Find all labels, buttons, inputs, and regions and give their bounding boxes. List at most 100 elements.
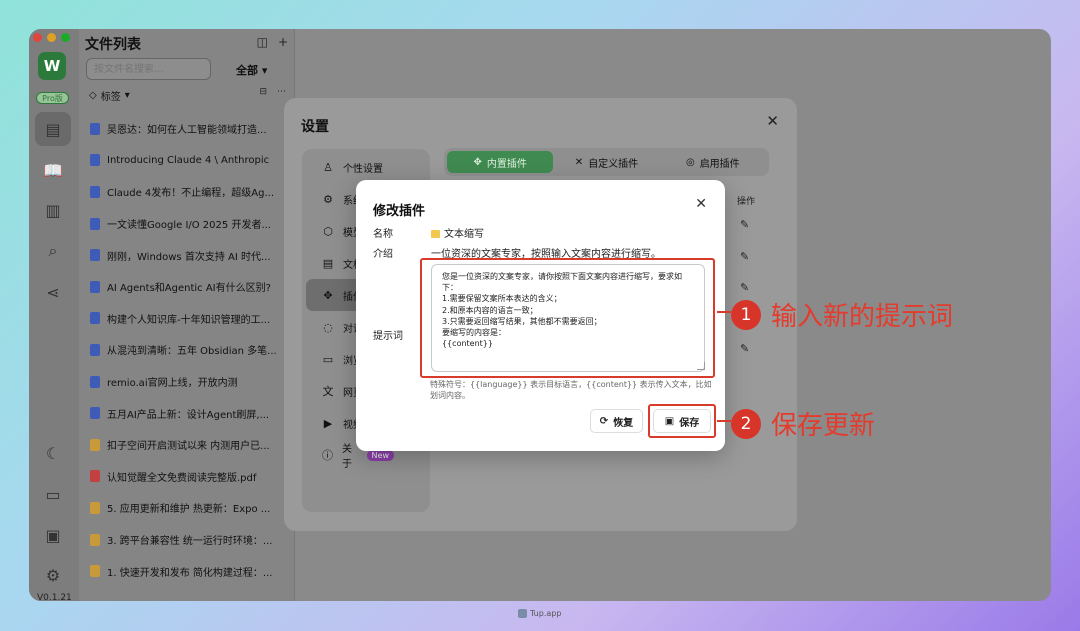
file-list-item[interactable]: 五月AI产品上新：设计Agent刷屏,... (79, 397, 294, 429)
file-list-item[interactable]: 一文读懂Google I/O 2025 开发者... (79, 208, 294, 240)
restore-button[interactable]: ⟳ 恢复 (590, 409, 643, 433)
close-window-button[interactable] (33, 33, 42, 42)
footer-watermark: Tup.app (518, 609, 561, 618)
tab-custom-plugins[interactable]: ✕ 自定义插件 (553, 151, 659, 173)
link-icon (90, 343, 100, 356)
file-list-item[interactable]: 5. 应用更新和维护 热更新：Expo ... (79, 492, 294, 524)
file-title: 五月AI产品上新：设计Agent刷屏,... (107, 409, 270, 421)
zoom-window-button[interactable] (61, 33, 70, 42)
tag-filter[interactable]: ◇ 标签 ▾ (89, 88, 130, 103)
file-list-item[interactable]: AI Agents和Agentic AI有什么区别? (79, 271, 294, 303)
rail-notebook-button[interactable]: ▥ (35, 193, 71, 227)
version-label: V0.1.21 (37, 593, 72, 601)
link-icon (90, 280, 100, 293)
intro-label: 介绍 (373, 249, 393, 260)
share-icon: ⋖ (46, 282, 60, 302)
edit-icon[interactable]: ✎ (740, 218, 749, 231)
document-icon (90, 501, 100, 514)
rail-monitor-button[interactable]: ▣ (35, 518, 71, 552)
rail-search-button[interactable]: ⌕ (35, 234, 71, 268)
file-title: Introducing Claude 4 \ Anthropic (107, 154, 270, 166)
rail-share-button[interactable]: ⋖ (35, 275, 71, 309)
edit-icon[interactable]: ✎ (740, 281, 749, 294)
puzzle-icon: ✥ (473, 156, 482, 168)
file-filter-select[interactable]: 全部 ▾ (236, 62, 267, 78)
file-title: 认知觉醒全文免费阅读完整版.pdf (107, 472, 257, 484)
tools-icon: ✕ (574, 156, 584, 168)
file-title: 1. 快速开发和发布 简化构建过程：... (107, 567, 273, 579)
annotation-number: 1 (731, 299, 761, 330)
monitor-icon: ▣ (45, 525, 61, 545)
file-title: AI Agents和Agentic AI有什么区别? (107, 283, 271, 295)
save-button[interactable]: ▣ 保存 (653, 409, 711, 433)
prompt-textarea[interactable] (431, 264, 705, 372)
tab-builtin-plugins[interactable]: ✥ 内置插件 (447, 151, 554, 173)
settings-close-icon[interactable]: ✕ (766, 112, 779, 130)
link-icon (90, 312, 100, 325)
tab-enabled-plugins[interactable]: ◎ 启用插件 (660, 151, 766, 173)
rail-theme-button[interactable]: ☾ (35, 436, 71, 470)
prompt-label: 提示词 (373, 331, 403, 342)
search-icon: ⌕ (48, 241, 58, 260)
app-icon (518, 609, 527, 618)
add-icon[interactable]: + (278, 35, 288, 49)
moon-icon: ☾ (45, 443, 61, 463)
file-list-item[interactable]: 1. 快速开发和发布 简化构建过程：... (79, 555, 294, 587)
file-title: 吴恩达：如何在人工智能领域打造... (107, 125, 267, 137)
save-icon: ▣ (664, 415, 675, 427)
rail-files-button[interactable]: ▤ (35, 112, 71, 146)
link-icon (90, 217, 100, 230)
link-icon (90, 249, 100, 262)
file-list-item[interactable]: remio.ai官网上线，开放内测 (79, 366, 294, 398)
document-icon (90, 565, 100, 578)
file-list-item[interactable]: Introducing Claude 4 \ Anthropic (79, 145, 294, 177)
file-list: 吴恩达：如何在人工智能领域打造... Introducing Claude 4 \… (79, 113, 294, 587)
file-list-item[interactable]: 扣子空间开启测试以来 内测用户已... (79, 429, 294, 461)
prompt-highlight-box (420, 258, 715, 378)
chat-icon: ▭ (45, 484, 61, 504)
document-icon: ▤ (322, 256, 334, 270)
file-list-title: 文件列表 (85, 37, 141, 53)
folder-icon (431, 230, 440, 238)
annotation-connector (717, 420, 731, 422)
traffic-lights (33, 33, 70, 42)
name-label: 名称 (373, 229, 393, 240)
dialog-close-icon[interactable]: ✕ (695, 196, 707, 212)
rail-chat-button[interactable]: ▭ (35, 477, 71, 511)
file-title: 从混沌到清晰：五年 Obsidian 多笔... (107, 346, 277, 358)
book-icon: 📖 (43, 160, 63, 180)
check-circle-icon: ◎ (685, 156, 695, 168)
settings-nav-item[interactable]: ♙ 个性设置 (306, 151, 426, 183)
file-title: remio.ai官网上线，开放内测 (107, 378, 238, 390)
file-list-item[interactable]: Claude 4发布！不止编程，超级Ag... (79, 176, 294, 208)
pro-badge: Pro版 (36, 92, 69, 104)
app-logo: W (38, 52, 66, 80)
edit-icon[interactable]: ✎ (740, 342, 749, 355)
file-search-input[interactable] (86, 58, 211, 80)
chevron-down-icon: ▾ (124, 90, 130, 101)
more-icon[interactable]: ⋯ (277, 87, 286, 97)
file-list-item[interactable]: 构建个人知识库-十年知识管理的工... (79, 303, 294, 335)
annotation-connector (717, 311, 731, 313)
file-list-item[interactable]: 从混沌到清晰：五年 Obsidian 多笔... (79, 334, 294, 366)
column-op: 操作 (737, 197, 756, 207)
special-symbols-hint: 特殊符号：{{language}} 表示目标语言，{{content}} 表示传… (430, 380, 712, 400)
minimize-window-button[interactable] (47, 33, 56, 42)
rail-settings-button[interactable]: ⚙ (35, 558, 71, 592)
file-list-item[interactable]: 吴恩达：如何在人工智能领域打造... (79, 113, 294, 145)
link-icon (90, 154, 100, 167)
chevron-down-icon: ▾ (261, 64, 268, 77)
annotation-2: 2 保存更新 (731, 405, 875, 442)
file-list-item[interactable]: 3. 跨平台兼容性 统一运行时环境：... (79, 524, 294, 556)
settings-nav-label: 个性设置 (343, 163, 383, 175)
file-list-item[interactable]: 认知觉醒全文免费阅读完整版.pdf (79, 461, 294, 493)
panel-toggle-icon[interactable]: ◫ (257, 35, 268, 49)
file-title: 扣子空间开启测试以来 内测用户已... (107, 441, 270, 453)
sort-icon[interactable]: ⊟ (259, 87, 267, 97)
puzzle-icon: ✥ (323, 288, 333, 302)
file-list-item[interactable]: 刚刚，Windows 首次支持 AI 时代... (79, 239, 294, 271)
edit-icon[interactable]: ✎ (740, 250, 749, 263)
file-title: 构建个人知识库-十年知识管理的工... (107, 314, 271, 326)
resize-handle[interactable] (697, 362, 705, 370)
rail-book-button[interactable]: 📖 (35, 153, 71, 187)
